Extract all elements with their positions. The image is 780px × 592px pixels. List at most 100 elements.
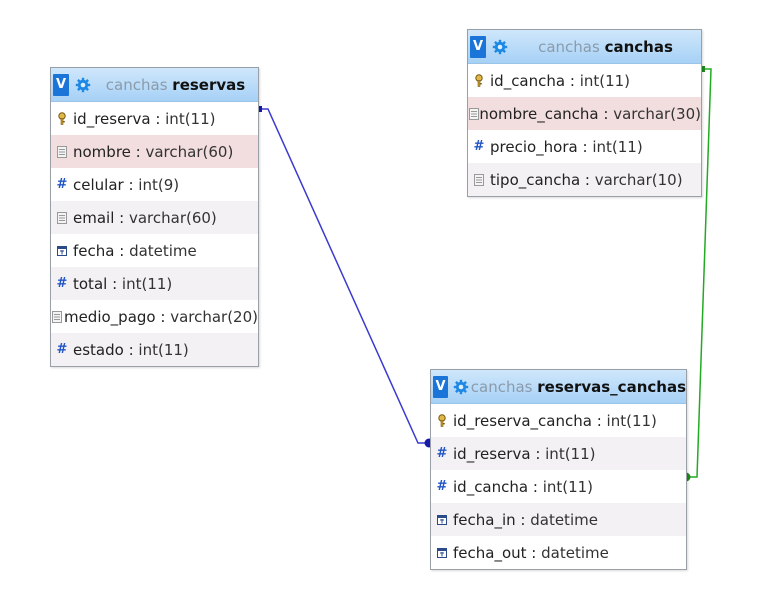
column-name: id_reserva — [73, 109, 151, 128]
text-field-icon — [51, 211, 73, 224]
column-row-fecha-in[interactable]: fecha_in : datetime — [431, 503, 686, 536]
column-name: fecha_out — [453, 543, 527, 562]
column-name: nombre — [73, 142, 131, 161]
table-columns: id_cancha : int(11) nombre_cancha : varch… — [468, 64, 701, 196]
text-field-icon — [468, 173, 490, 186]
table-name: reservas — [172, 75, 246, 94]
column-name: celular — [73, 175, 124, 194]
column-separator: : — [598, 104, 614, 123]
gear-icon[interactable] — [73, 75, 93, 95]
column-row-id-cancha[interactable]: id_cancha : int(11) — [468, 64, 701, 97]
number-field-icon: # — [436, 446, 448, 461]
column-row-id-reserva[interactable]: id_reserva : int(11) — [51, 102, 258, 135]
column-row-medio-pago[interactable]: medio_pago : varchar(20) — [51, 300, 258, 333]
column-name: precio_hora — [490, 137, 578, 156]
table-title: canchas canchas — [510, 38, 701, 56]
column-separator: : — [515, 510, 531, 529]
column-type: datetime — [530, 510, 598, 529]
number-field-icon: # — [436, 479, 448, 494]
column-type: int(11) — [579, 71, 631, 90]
column-type: int(11) — [545, 444, 596, 463]
table-canchas[interactable]: V canchas canchas id_cancha : int(11) nom… — [467, 29, 702, 197]
number-field-icon: # — [473, 139, 485, 154]
column-name: id_cancha — [490, 71, 566, 90]
column-name: medio_pago — [63, 307, 156, 326]
column-type: int(11) — [165, 109, 216, 128]
column-type: int(11) — [542, 477, 594, 496]
collapse-toggle-button[interactable]: V — [433, 375, 449, 398]
column-separator: : — [123, 340, 139, 359]
table-db-name: canchas — [105, 75, 168, 94]
column-row-celular[interactable]: # celular : int(9) — [51, 168, 258, 201]
column-name: id_cancha — [453, 477, 529, 496]
column-row-estado[interactable]: # estado : int(11) — [51, 333, 258, 366]
column-type: int(11) — [138, 340, 189, 359]
column-name: total — [73, 274, 108, 293]
date-field-icon — [51, 245, 73, 256]
column-name: tipo_cancha — [490, 170, 581, 189]
gear-icon[interactable] — [490, 37, 510, 57]
collapse-toggle-button[interactable]: V — [53, 73, 69, 96]
gear-icon[interactable] — [452, 377, 471, 397]
column-separator: : — [528, 477, 543, 496]
column-row-fecha-out[interactable]: fecha_out : datetime — [431, 536, 686, 569]
column-row-tipo-cancha[interactable]: tipo_cancha : varchar(10) — [468, 163, 701, 196]
table-columns: id_reserva_cancha : int(11) # id_reserva :… — [431, 404, 686, 569]
relation-line-reserva — [258, 108, 429, 444]
column-type: int(11) — [592, 137, 643, 156]
number-field-icon: # — [56, 276, 68, 291]
column-type: varchar(30) — [613, 104, 701, 123]
column-row-precio-hora[interactable]: # precio_hora : int(11) — [468, 130, 701, 163]
column-separator: : — [114, 208, 129, 227]
column-separator: : — [123, 175, 139, 194]
column-row-id-reserva[interactable]: # id_reserva : int(11) — [431, 437, 686, 470]
column-separator: : — [107, 274, 122, 293]
column-separator: : — [591, 411, 607, 430]
column-row-nombre[interactable]: nombre : varchar(60) — [51, 135, 258, 168]
column-separator: : — [530, 444, 546, 463]
column-separator: : — [580, 170, 595, 189]
column-row-email[interactable]: email : varchar(60) — [51, 201, 258, 234]
column-separator: : — [577, 137, 593, 156]
column-type: datetime — [129, 241, 197, 260]
column-separator: : — [150, 109, 166, 128]
column-separator: : — [565, 71, 580, 90]
column-row-total[interactable]: # total : int(11) — [51, 267, 258, 300]
table-header[interactable]: V canchas canchas — [468, 30, 701, 64]
column-name: email — [73, 208, 115, 227]
column-row-id-cancha[interactable]: # id_cancha : int(11) — [431, 470, 686, 503]
column-name: estado — [73, 340, 124, 359]
column-type: varchar(20) — [170, 307, 258, 326]
table-header[interactable]: V canchas reservas — [51, 68, 258, 102]
date-field-icon — [431, 547, 453, 558]
column-type: datetime — [541, 543, 609, 562]
table-header[interactable]: V canchas reservas_canchas — [431, 370, 686, 404]
column-row-nombre-cancha[interactable]: nombre_cancha : varchar(30) — [468, 97, 701, 130]
column-name: fecha_in — [453, 510, 516, 529]
column-name: nombre_cancha — [479, 104, 599, 123]
number-field-icon: # — [56, 177, 68, 192]
column-name: fecha — [73, 241, 115, 260]
date-field-icon — [431, 514, 453, 525]
number-field-icon: # — [56, 342, 68, 357]
primary-key-icon — [468, 73, 490, 88]
column-type: varchar(10) — [594, 170, 683, 189]
table-reservas[interactable]: V canchas reservas id_reserva : int(11) n… — [50, 67, 259, 367]
collapse-toggle-button[interactable]: V — [470, 35, 486, 58]
column-type: int(11) — [606, 411, 657, 430]
column-type: varchar(60) — [128, 208, 217, 227]
column-type: int(9) — [138, 175, 180, 194]
column-separator: : — [155, 307, 171, 326]
table-name: reservas_canchas — [537, 377, 686, 396]
table-columns: id_reserva : int(11) nombre : varchar(60)… — [51, 102, 258, 366]
table-name: canchas — [604, 37, 673, 56]
table-db-name: canchas — [470, 377, 533, 396]
text-field-icon — [51, 145, 73, 158]
column-separator: : — [526, 543, 542, 562]
table-db-name: canchas — [538, 37, 600, 56]
column-row-fecha[interactable]: fecha : datetime — [51, 234, 258, 267]
text-field-icon — [468, 107, 479, 120]
primary-key-icon — [431, 413, 453, 428]
column-row-id-reserva-cancha[interactable]: id_reserva_cancha : int(11) — [431, 404, 686, 437]
table-reservas-canchas[interactable]: V canchas reservas_canchas id_reserva_ca… — [430, 369, 687, 570]
